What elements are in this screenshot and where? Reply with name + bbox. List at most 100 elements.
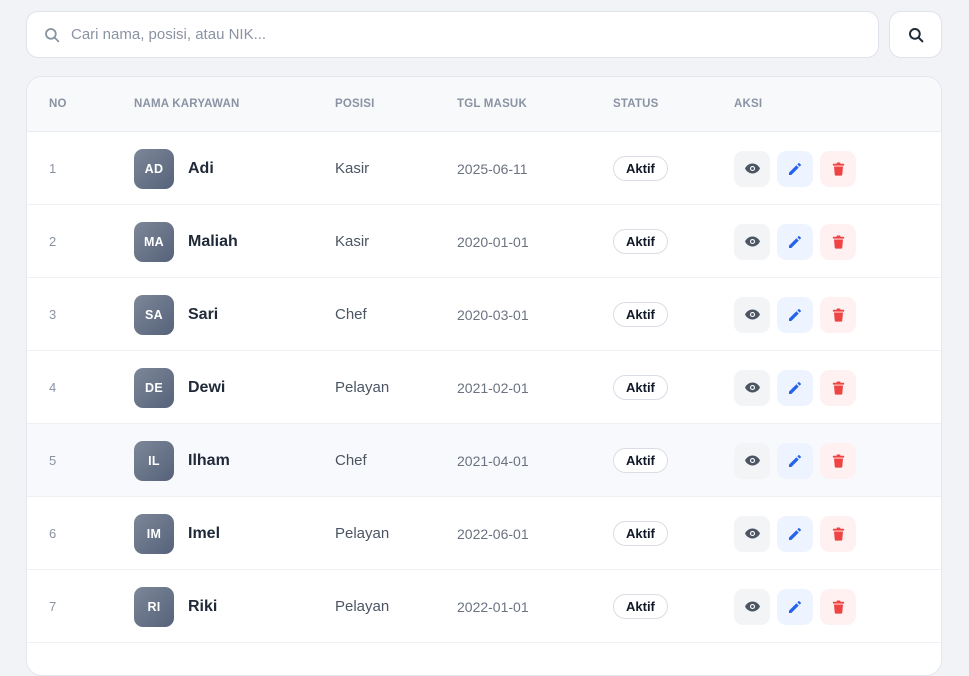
delete-button[interactable]: [820, 223, 856, 260]
view-button[interactable]: [734, 588, 770, 625]
eye-icon: [744, 601, 760, 612]
trash-icon: [832, 599, 844, 614]
eye-icon: [744, 309, 760, 320]
header-name: NAMA KARYAWAN: [134, 98, 240, 110]
eye-icon: [744, 528, 760, 539]
row-number: 5: [49, 453, 57, 468]
pencil-icon: [789, 381, 801, 394]
view-button[interactable]: [734, 150, 770, 187]
row-number: 7: [49, 599, 57, 614]
pencil-icon: [789, 454, 801, 467]
eye-icon: [744, 455, 760, 466]
employee-name: Maliah: [188, 232, 238, 250]
avatar-initials: AD: [144, 161, 164, 176]
row-actions: [734, 515, 856, 552]
search-button[interactable]: [889, 11, 942, 58]
row-number: 1: [49, 161, 57, 176]
pencil-icon: [789, 600, 801, 613]
view-button[interactable]: [734, 223, 770, 260]
row-actions: [734, 150, 856, 187]
edit-button[interactable]: [777, 442, 813, 479]
avatar: DE: [134, 367, 174, 408]
status-badge: Aktif: [613, 229, 668, 254]
row-actions: [734, 369, 856, 406]
search-field[interactable]: [26, 11, 879, 58]
eye-icon: [744, 236, 760, 247]
employee-start-date: 2025-06-11: [457, 160, 528, 177]
employee-name: Adi: [188, 159, 214, 177]
row-actions: [734, 588, 856, 625]
trash-icon: [832, 526, 844, 541]
status-badge: Aktif: [613, 594, 668, 619]
pencil-icon: [789, 162, 801, 175]
employee-start-date: 2020-01-01: [457, 233, 529, 250]
row-number: 4: [49, 380, 57, 395]
employee-position: Kasir: [335, 233, 370, 250]
employee-start-date: 2021-04-01: [457, 452, 529, 469]
row-actions: [734, 223, 856, 260]
table-header: NO NAMA KARYAWAN POSISI TGL MASUK STATUS…: [27, 77, 941, 132]
avatar: MA: [134, 221, 174, 262]
trash-icon: [832, 453, 844, 468]
employee-name: Sari: [188, 305, 219, 323]
delete-button[interactable]: [820, 442, 856, 479]
header-no: NO: [49, 98, 67, 110]
view-button[interactable]: [734, 442, 770, 479]
view-button[interactable]: [734, 296, 770, 333]
delete-button[interactable]: [820, 369, 856, 406]
employee-name: Riki: [188, 597, 218, 615]
view-button[interactable]: [734, 515, 770, 552]
employee-position: Pelayan: [335, 525, 390, 542]
table-body: 1 AD Adi Kasir 2025-06-11 Aktif 2 MA Mal…: [27, 132, 941, 643]
search-icon: [908, 27, 923, 42]
edit-button[interactable]: [777, 588, 813, 625]
delete-button[interactable]: [820, 588, 856, 625]
view-button[interactable]: [734, 369, 770, 406]
pencil-icon: [789, 308, 801, 321]
table-row: 6 IM Imel Pelayan 2022-06-01 Aktif: [27, 497, 941, 570]
trash-icon: [832, 380, 844, 395]
avatar: IL: [134, 440, 174, 481]
avatar: IM: [134, 513, 174, 554]
employee-start-date: 2022-01-01: [457, 598, 529, 615]
employee-name: Dewi: [188, 378, 226, 396]
avatar-initials: IL: [148, 453, 160, 468]
table-row: 2 MA Maliah Kasir 2020-01-01 Aktif: [27, 205, 941, 278]
row-number: 6: [49, 526, 57, 541]
table-row: 3 SA Sari Chef 2020-03-01 Aktif: [27, 278, 941, 351]
search-icon: [45, 27, 60, 42]
employee-position: Chef: [335, 306, 367, 323]
edit-button[interactable]: [777, 223, 813, 260]
status-badge: Aktif: [613, 375, 668, 400]
trash-icon: [832, 234, 844, 249]
pencil-icon: [789, 527, 801, 540]
status-badge: Aktif: [613, 521, 668, 546]
avatar: AD: [134, 148, 174, 189]
edit-button[interactable]: [777, 296, 813, 333]
avatar-initials: DE: [145, 380, 163, 395]
row-actions: [734, 296, 856, 333]
edit-button[interactable]: [777, 369, 813, 406]
header-position: POSISI: [335, 98, 375, 110]
employee-position: Pelayan: [335, 379, 390, 396]
employee-name: Imel: [188, 524, 221, 542]
status-badge: Aktif: [613, 156, 668, 181]
avatar-initials: MA: [143, 234, 165, 249]
avatar: RI: [134, 586, 174, 627]
employee-position: Pelayan: [335, 598, 390, 615]
edit-button[interactable]: [777, 150, 813, 187]
table-row: 1 AD Adi Kasir 2025-06-11 Aktif: [27, 132, 941, 205]
avatar-initials: RI: [147, 599, 161, 614]
delete-button[interactable]: [820, 150, 856, 187]
search-input[interactable]: [71, 19, 831, 50]
employee-start-date: 2022-06-01: [457, 525, 529, 542]
delete-button[interactable]: [820, 515, 856, 552]
row-actions: [734, 442, 856, 479]
employee-start-date: 2021-02-01: [457, 379, 529, 396]
row-number: 3: [49, 307, 57, 322]
table-row: 4 DE Dewi Pelayan 2021-02-01 Aktif: [27, 351, 941, 424]
search-bar: [26, 11, 942, 58]
edit-button[interactable]: [777, 515, 813, 552]
table-row: 7 RI Riki Pelayan 2022-01-01 Aktif: [27, 570, 941, 643]
delete-button[interactable]: [820, 296, 856, 333]
